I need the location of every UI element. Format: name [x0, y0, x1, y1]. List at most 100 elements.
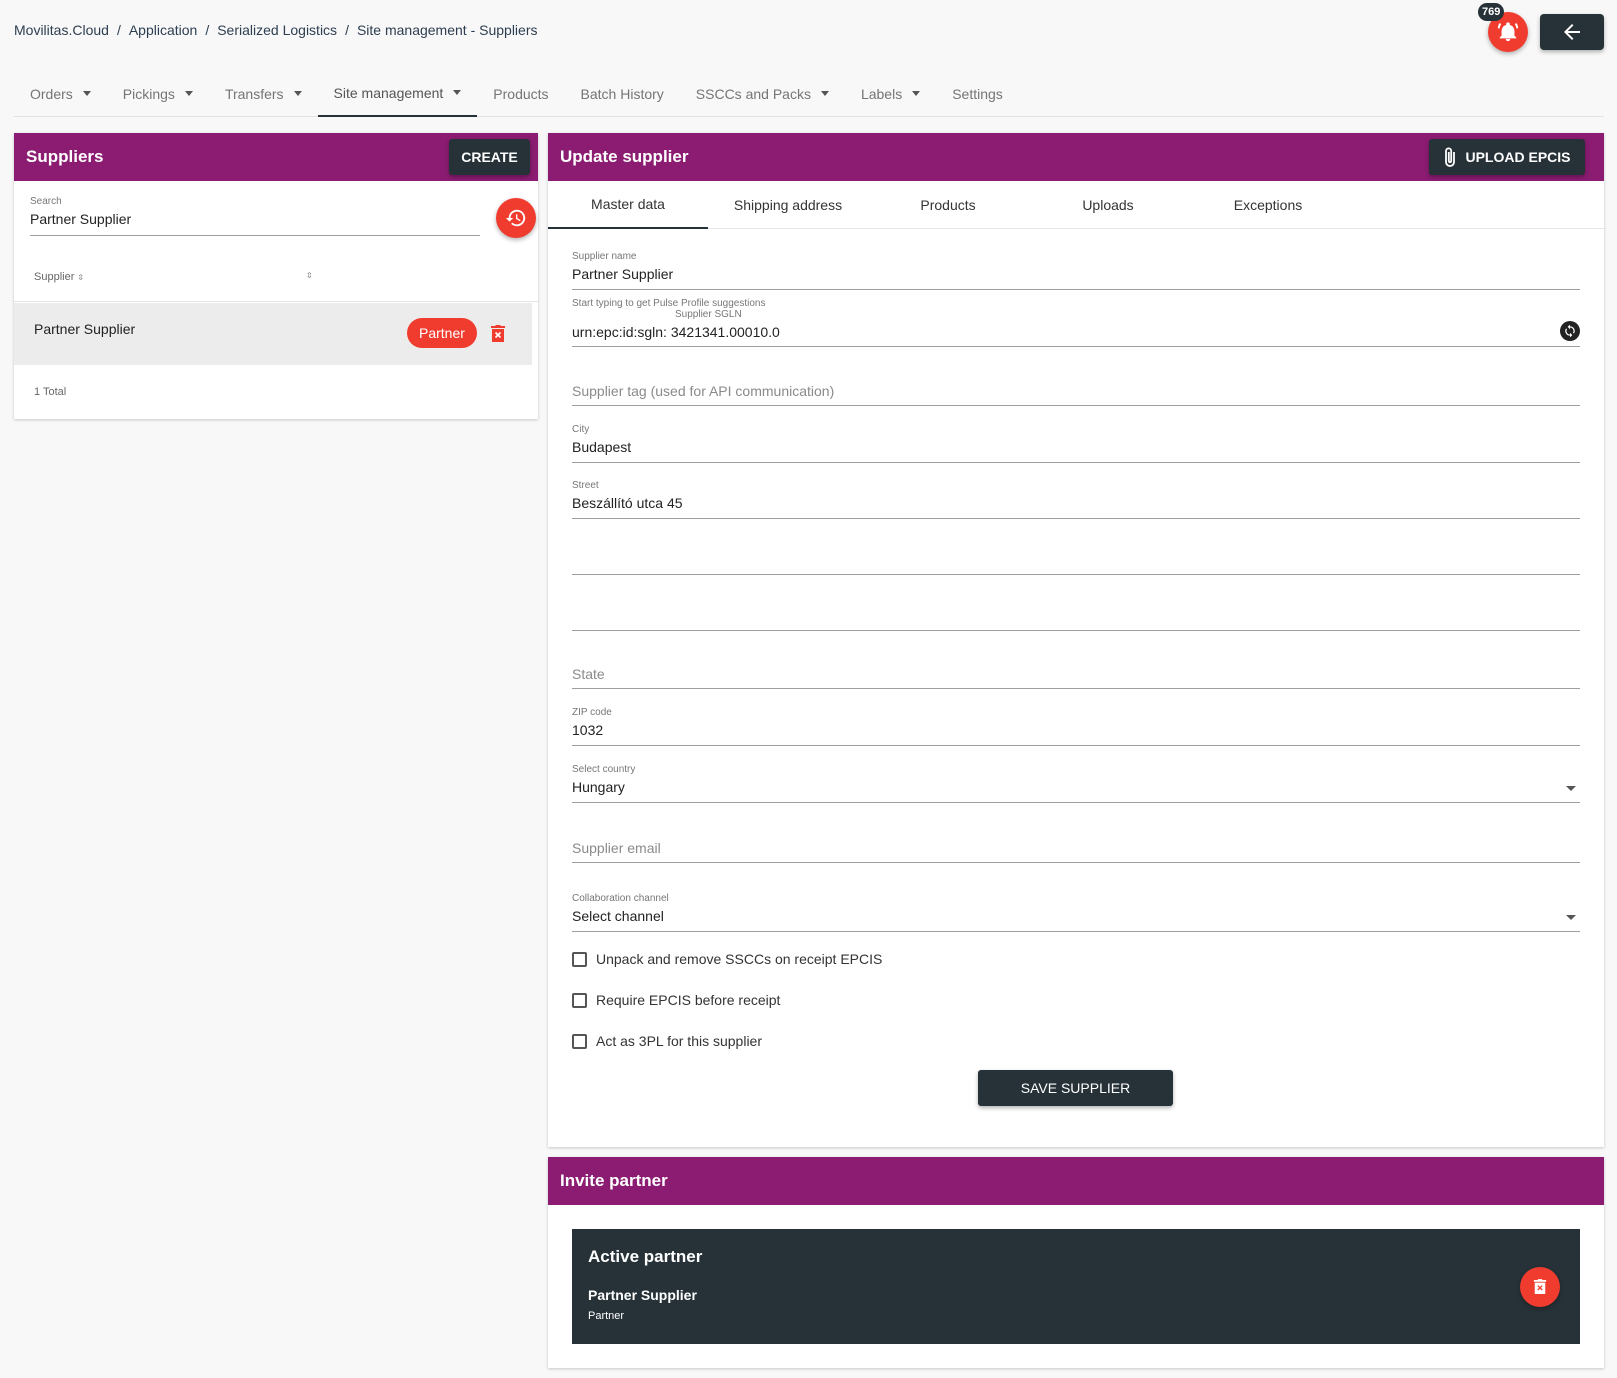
field-label: Street — [572, 480, 599, 491]
chevron-down-icon — [1566, 786, 1576, 791]
street-field[interactable]: Street Beszállító utca 45 — [572, 480, 1580, 524]
supplier-tag-field[interactable]: Supplier tag (used for API communication… — [572, 373, 1580, 409]
field-value: 1032 — [572, 722, 604, 738]
city-field[interactable]: City Budapest — [572, 424, 1580, 468]
nav-transfers[interactable]: Transfers — [209, 70, 318, 117]
caret-down-icon — [184, 91, 193, 96]
street-line-3-field[interactable] — [572, 589, 1580, 633]
notification-count-badge: 769 — [1478, 3, 1505, 21]
field-label: Supplier name — [572, 251, 637, 262]
delete-icon — [1533, 1279, 1547, 1294]
checkbox-label: Unpack and remove SSCCs on receipt EPCIS — [596, 951, 883, 967]
zip-code-field[interactable]: ZIP code 1032 — [572, 707, 1580, 751]
upload-epcis-button[interactable]: UPLOAD EPCIS — [1429, 139, 1585, 175]
tab-exceptions[interactable]: Exceptions — [1188, 181, 1348, 229]
field-underline — [572, 745, 1580, 746]
checkbox-box[interactable] — [572, 951, 587, 967]
tab-products[interactable]: Products — [868, 181, 1028, 229]
total-count: 1 Total — [34, 386, 67, 398]
nav-label: Settings — [952, 85, 1003, 102]
supplier-sgln-field[interactable]: Start typing to get Pulse Profile sugges… — [572, 298, 1580, 351]
breadcrumb-current: Site management - Suppliers — [356, 22, 538, 38]
history-icon — [505, 209, 526, 227]
tab-master-data[interactable]: Master data — [548, 181, 708, 229]
nav-ssccs-and-packs[interactable]: SSCCs and Packs — [680, 70, 845, 117]
nav-site-management[interactable]: Site management — [317, 70, 478, 117]
checkbox-box[interactable] — [572, 992, 587, 1008]
field-label: Select country — [572, 764, 636, 775]
tab-label: Uploads — [1082, 197, 1134, 213]
nav-products[interactable]: Products — [477, 70, 564, 117]
update-supplier-header: Update supplier UPLOAD EPCIS — [548, 133, 1604, 181]
invite-partner-panel: Invite partner Active partner Partner Su… — [548, 1157, 1604, 1368]
field-label: Collaboration channel — [572, 893, 669, 904]
upload-epcis-label: UPLOAD EPCIS — [1465, 149, 1571, 165]
field-value: Select channel — [572, 908, 664, 924]
field-underline — [572, 462, 1580, 463]
search-value: Partner Supplier — [30, 211, 132, 227]
caret-down-icon — [912, 91, 921, 96]
breadcrumb-item[interactable]: Application — [129, 22, 198, 38]
nav-label: Transfers — [224, 85, 284, 102]
field-underline — [572, 289, 1580, 290]
field-value: Partner Supplier — [572, 266, 674, 282]
supplier-name-field[interactable]: Supplier name Partner Supplier — [572, 251, 1580, 295]
caret-down-icon — [453, 90, 462, 95]
nav-settings[interactable]: Settings — [936, 70, 1019, 117]
column-header-label: Supplier — [34, 271, 75, 283]
breadcrumb-separator: / — [205, 22, 210, 38]
delete-icon[interactable] — [490, 325, 506, 343]
sort-icon[interactable]: ⇳ — [306, 271, 313, 280]
require-epcis-checkbox[interactable]: Require EPCIS before receipt — [572, 992, 780, 1008]
unpack-sscc-checkbox[interactable]: Unpack and remove SSCCs on receipt EPCIS — [572, 951, 882, 967]
active-partner-title: Active partner — [588, 1247, 703, 1266]
create-button[interactable]: CREATE — [449, 139, 530, 175]
search-input[interactable]: Partner Supplier — [30, 211, 480, 236]
nav-label: Batch History — [580, 85, 664, 102]
partner-badge: Partner — [407, 318, 477, 348]
invite-partner-header: Invite partner — [548, 1157, 1604, 1205]
refresh-sgln-button[interactable] — [1560, 321, 1580, 341]
breadcrumb-item[interactable]: Movilitas.Cloud — [14, 22, 109, 38]
field-value: Budapest — [572, 439, 632, 455]
breadcrumb-item[interactable]: Serialized Logistics — [217, 22, 337, 38]
remove-partner-button[interactable] — [1520, 1267, 1560, 1307]
nav-label: Pickings — [122, 85, 175, 102]
field-underline — [572, 346, 1580, 347]
panel-title: Invite partner — [560, 1171, 668, 1190]
sync-icon — [1565, 324, 1575, 338]
tab-label: Shipping address — [733, 197, 843, 213]
checkbox-box[interactable] — [572, 1033, 587, 1049]
nav-pickings[interactable]: Pickings — [107, 70, 209, 117]
nav-orders[interactable]: Orders — [14, 70, 107, 117]
chevron-down-icon — [1566, 915, 1576, 920]
field-placeholder: Supplier tag (used for API communication… — [572, 383, 835, 399]
back-button[interactable] — [1540, 14, 1604, 50]
breadcrumb-separator: / — [345, 22, 349, 38]
paperclip-icon — [1445, 147, 1456, 167]
supplier-email-field[interactable]: Supplier email — [572, 830, 1580, 866]
street-line-2-field[interactable] — [572, 533, 1580, 577]
reset-search-button[interactable] — [496, 198, 536, 238]
field-label: City — [572, 424, 590, 435]
nav-labels[interactable]: Labels — [845, 70, 936, 117]
tab-uploads[interactable]: Uploads — [1028, 181, 1188, 229]
nav-batch-history[interactable]: Batch History — [565, 70, 680, 117]
field-underline — [572, 630, 1580, 631]
panel-title: Update supplier — [560, 147, 689, 166]
field-value: urn:epc:id:sgln: 3421341.00010.0 — [572, 324, 780, 340]
supplier-column-header[interactable]: Supplier ⇳ — [34, 271, 84, 283]
tab-shipping-address[interactable]: Shipping address — [708, 181, 868, 229]
field-underline — [572, 802, 1580, 803]
act-as-3pl-checkbox[interactable]: Act as 3PL for this supplier — [572, 1033, 762, 1049]
main-nav: Orders Pickings Transfers Site managemen… — [14, 70, 1604, 117]
collaboration-channel-select[interactable]: Collaboration channel Select channel — [572, 893, 1580, 937]
nav-label: SSCCs and Packs — [695, 85, 811, 102]
caret-down-icon — [293, 91, 302, 96]
table-row[interactable]: Partner Supplier Partner — [14, 303, 532, 365]
country-select[interactable]: Select country Hungary — [572, 764, 1580, 808]
state-field[interactable]: State — [572, 656, 1580, 692]
field-underline — [572, 518, 1580, 519]
save-supplier-button[interactable]: SAVE SUPPLIER — [978, 1070, 1173, 1106]
nav-label: Labels — [860, 85, 903, 102]
